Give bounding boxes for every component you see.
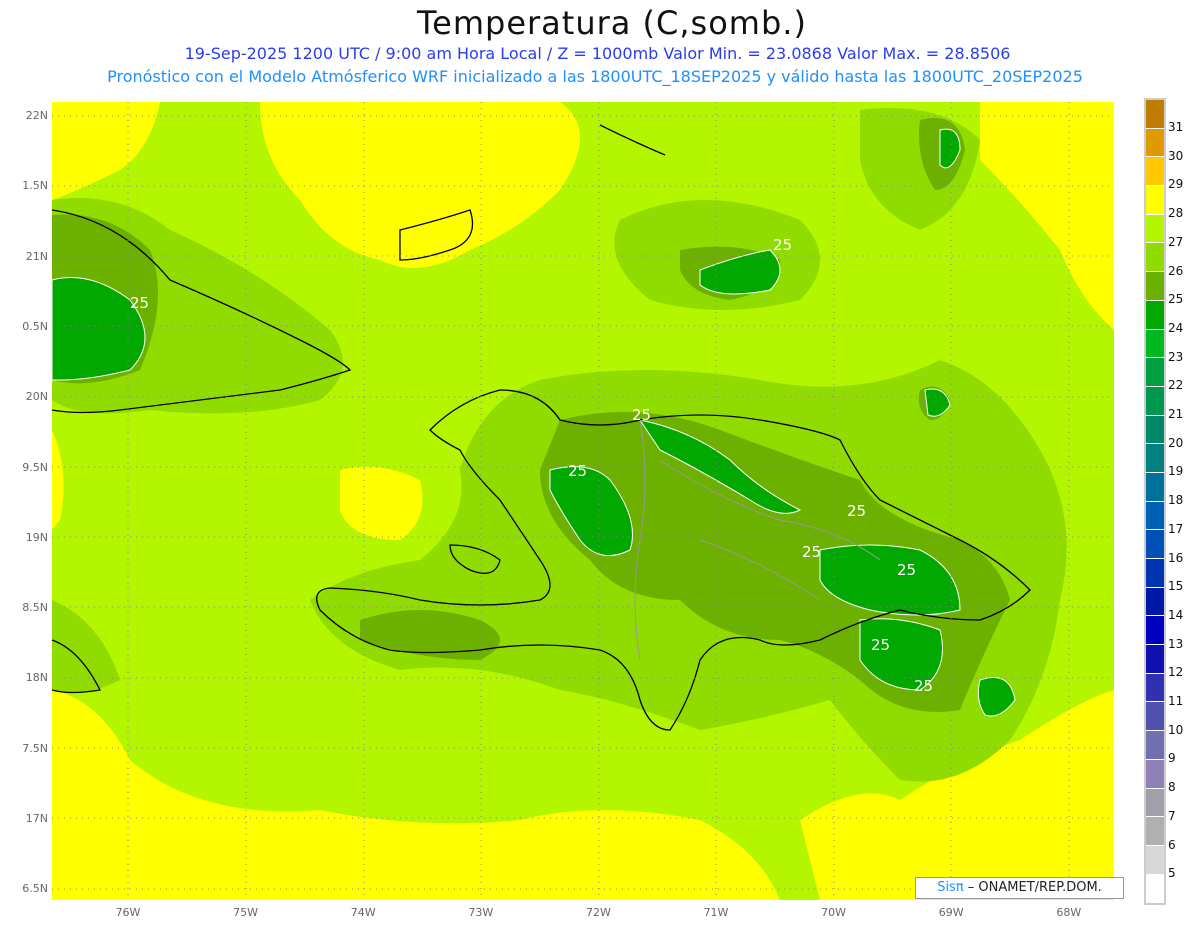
lat-label: 20N bbox=[25, 390, 48, 404]
logo-box: Sisπ – ONAMET/REP.DOM. bbox=[915, 877, 1124, 899]
colorbar-label: 27 bbox=[1168, 234, 1184, 249]
colorbar-label: 26 bbox=[1168, 263, 1184, 278]
contour-label: 25 bbox=[130, 294, 149, 312]
colorbar-label: 5 bbox=[1168, 866, 1176, 881]
colorbar-label: 31 bbox=[1168, 120, 1184, 134]
colorbar-label: 6 bbox=[1168, 837, 1176, 852]
colorbar-label: 23 bbox=[1168, 349, 1184, 364]
lat-label: 8.5N bbox=[22, 601, 48, 615]
colorbar-label: 20 bbox=[1168, 435, 1184, 450]
contour-label: 25 bbox=[802, 543, 821, 561]
contour-label: 25 bbox=[914, 677, 933, 695]
lat-label: 22N bbox=[25, 109, 48, 122]
colorbar-label: 13 bbox=[1168, 636, 1184, 651]
model-info-subtitle: Pronóstico con el Modelo Atmósferico WRF… bbox=[107, 67, 1083, 86]
colorbar-segment bbox=[1146, 731, 1164, 760]
colorbar-segment bbox=[1146, 559, 1164, 588]
lon-label: 70W bbox=[821, 906, 847, 919]
colorbar-segment bbox=[1146, 845, 1164, 875]
colorbar-label: 17 bbox=[1168, 521, 1184, 536]
lon-label: 73W bbox=[468, 906, 494, 919]
lat-label: 21N bbox=[25, 249, 48, 263]
colorbar-segment bbox=[1146, 817, 1164, 846]
lon-label: 71W bbox=[703, 906, 729, 919]
logo-text: – ONAMET/REP.DOM. bbox=[963, 880, 1102, 895]
colorbar-segment bbox=[1146, 386, 1164, 416]
lon-label: 76W bbox=[115, 906, 141, 919]
colorbar-segment bbox=[1146, 587, 1164, 617]
logo-brand: Sisπ bbox=[937, 880, 964, 895]
lat-label: 1.5N bbox=[22, 179, 48, 193]
colorbar-label: 10 bbox=[1168, 722, 1184, 737]
colorbar-label: 18 bbox=[1168, 493, 1184, 508]
colorbar-label: 15 bbox=[1168, 579, 1184, 594]
lat-label: 18N bbox=[25, 671, 48, 685]
lat-label: 6.5N bbox=[22, 882, 48, 896]
colorbar-label: 28 bbox=[1168, 206, 1184, 221]
colorbar-segment bbox=[1146, 645, 1164, 674]
colorbar-label: 30 bbox=[1168, 148, 1184, 163]
valid-time-subtitle: 19-Sep-2025 1200 UTC / 9:00 am Hora Loca… bbox=[184, 44, 1011, 63]
colorbar-label: 8 bbox=[1168, 780, 1176, 795]
colorbar-label: 29 bbox=[1168, 177, 1184, 192]
colorbar-segment bbox=[1146, 415, 1164, 445]
colorbar-label: 25 bbox=[1168, 292, 1184, 307]
colorbar-segment bbox=[1146, 243, 1164, 273]
colorbar-segment bbox=[1146, 100, 1164, 129]
contour-label: 25 bbox=[773, 236, 792, 254]
contour-label: 25 bbox=[897, 561, 916, 579]
colorbar-label: 9 bbox=[1168, 751, 1176, 766]
colorbar-segment bbox=[1146, 214, 1164, 244]
map-title: Temperatura (C,somb.) bbox=[417, 4, 807, 42]
colorbar-label: 11 bbox=[1168, 694, 1184, 708]
colorbar bbox=[1144, 98, 1166, 906]
colorbar-label: 21 bbox=[1168, 407, 1184, 421]
colorbar-segment bbox=[1146, 128, 1164, 158]
colorbar-segment bbox=[1146, 530, 1164, 559]
colorbar-segment bbox=[1146, 673, 1164, 703]
colorbar-label: 14 bbox=[1168, 607, 1184, 622]
colorbar-segment bbox=[1146, 444, 1164, 473]
colorbar-segment bbox=[1146, 874, 1164, 904]
colorbar-segment bbox=[1146, 616, 1164, 646]
colorbar-segment bbox=[1146, 702, 1164, 732]
colorbar-segment bbox=[1146, 157, 1164, 187]
colorbar-label: 24 bbox=[1168, 320, 1184, 335]
colorbar-label: 16 bbox=[1168, 550, 1184, 565]
colorbar-segment bbox=[1146, 788, 1164, 818]
contour-label: 25 bbox=[632, 406, 651, 424]
lat-label: 17N bbox=[25, 812, 48, 825]
colorbar-segment bbox=[1146, 272, 1164, 301]
lat-label: 7.5N bbox=[22, 741, 48, 755]
lat-label: 0.5N bbox=[22, 319, 48, 333]
lon-label: 75W bbox=[233, 906, 259, 919]
colorbar-label: 7 bbox=[1168, 808, 1176, 823]
lon-label: 74W bbox=[350, 906, 376, 919]
temperature-map: 25 25 25 25 25 25 25 25 25 bbox=[51, 102, 1114, 900]
contour-label: 25 bbox=[871, 636, 890, 654]
lat-label: 19N bbox=[25, 530, 48, 544]
lat-label: 9.5N bbox=[22, 460, 48, 474]
colorbar-segment bbox=[1146, 501, 1164, 531]
colorbar-segment bbox=[1146, 186, 1164, 215]
colorbar-segment bbox=[1146, 759, 1164, 789]
colorbar-segment bbox=[1146, 329, 1164, 359]
lon-label: 68W bbox=[1056, 906, 1082, 919]
contour-label: 25 bbox=[847, 502, 866, 520]
colorbar-label: 22 bbox=[1168, 378, 1184, 393]
colorbar-segment bbox=[1146, 472, 1164, 502]
colorbar-label: 12 bbox=[1168, 665, 1184, 680]
colorbar-segment bbox=[1146, 300, 1164, 330]
colorbar-segment bbox=[1146, 358, 1164, 387]
lon-label: 69W bbox=[938, 906, 964, 919]
contour-label: 25 bbox=[568, 462, 587, 480]
lon-label: 72W bbox=[585, 906, 611, 919]
colorbar-label: 19 bbox=[1168, 464, 1184, 479]
